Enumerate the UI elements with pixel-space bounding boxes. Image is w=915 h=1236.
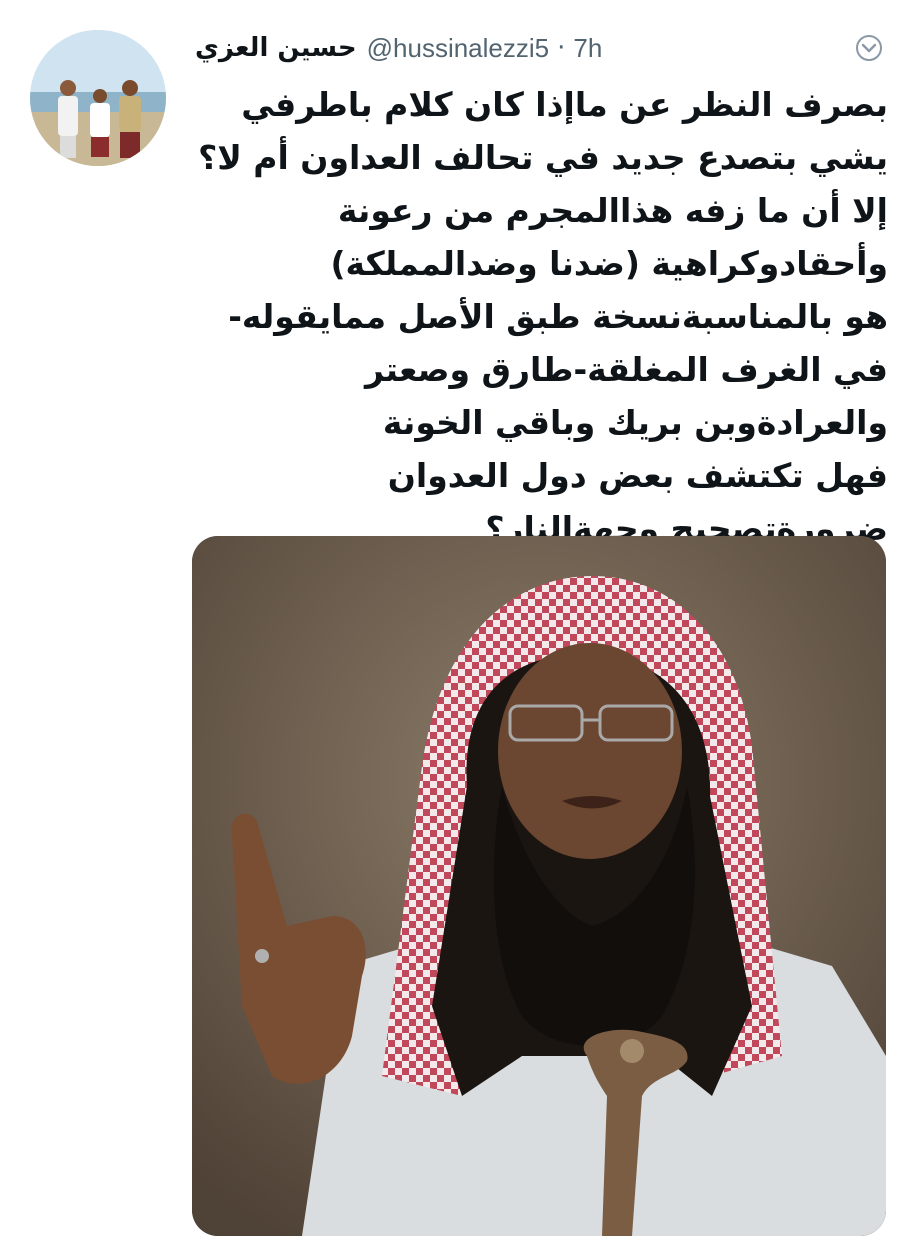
user-handle[interactable]: @hussinalezzi5 [367,33,549,64]
avatar[interactable] [30,30,166,166]
display-name[interactable]: حسين العزي [195,33,357,63]
tweet-media-image[interactable] [192,536,886,1236]
tweet-paragraph: بصرف النظر عن ماإذا كان كلام باطرفي يشي … [198,85,888,283]
chevron-down-icon[interactable] [855,34,883,62]
tweet[interactable]: حسين العزي @hussinalezzi5 · 7h بصرف النظ… [0,0,915,1236]
tweet-text: بصرف النظر عن ماإذا كان كلام باطرفي يشي … [196,78,888,555]
avatar-photo [30,30,166,166]
separator-dot: · [557,33,566,63]
timestamp[interactable]: 7h [573,33,602,64]
tweet-paragraph: هو بالمناسبةنسخة طبق الأصل ممايقوله-في ا… [228,297,888,442]
tweet-header: حسين العزي @hussinalezzi5 · 7h [195,26,895,70]
media-photo [192,536,886,1236]
